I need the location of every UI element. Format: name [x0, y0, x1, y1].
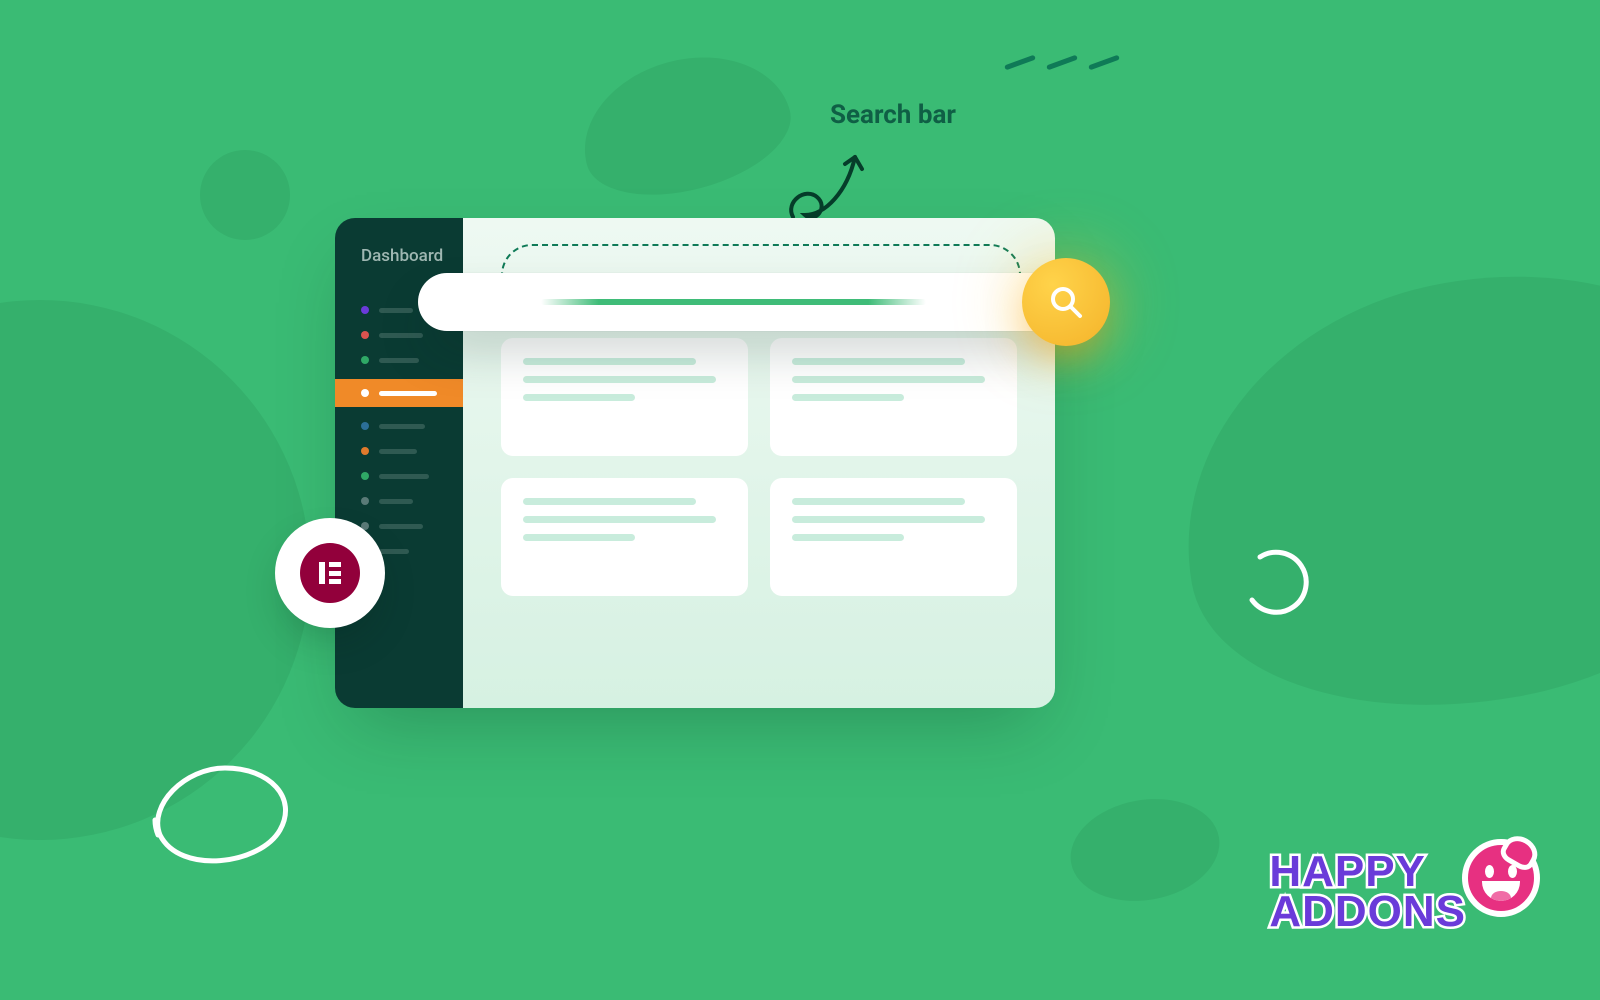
sidebar-title: Dashboard	[335, 246, 463, 266]
card-text-line	[792, 534, 904, 541]
sidebar-item-5[interactable]	[361, 445, 463, 457]
sidebar-item-3[interactable]	[335, 379, 463, 407]
cards-grid	[501, 338, 1017, 596]
card-text-line	[523, 516, 716, 523]
nav-dot-icon	[361, 422, 369, 430]
card-text-line	[523, 534, 635, 541]
brand-text-line2: ADDONS	[1269, 892, 1466, 932]
nav-bar-line	[379, 549, 409, 554]
elementor-badge	[275, 518, 385, 628]
card-text-line	[792, 498, 965, 505]
bg-blob	[200, 150, 290, 240]
search-placeholder-line	[541, 299, 926, 305]
content-card-0[interactable]	[501, 338, 748, 456]
bg-blob	[567, 35, 803, 215]
sidebar-item-2[interactable]	[361, 354, 463, 366]
nav-dot-icon	[361, 306, 369, 314]
content-card-2[interactable]	[501, 478, 748, 596]
nav-bar-line	[379, 449, 417, 454]
card-text-line	[523, 358, 696, 365]
card-text-line	[523, 376, 716, 383]
content-card-3[interactable]	[770, 478, 1017, 596]
search-input[interactable]	[418, 273, 1078, 331]
nav-bar-line	[379, 333, 423, 338]
nav-bar-line	[379, 308, 413, 313]
nav-bar-line	[379, 474, 429, 479]
annotation-label: Search bar	[830, 100, 956, 130]
search-icon	[1048, 284, 1084, 320]
nav-dot-icon	[361, 389, 369, 397]
nav-bar-line	[379, 391, 437, 396]
nav-dot-icon	[361, 472, 369, 480]
card-text-line	[792, 358, 965, 365]
decor-oval-stroke	[140, 750, 300, 870]
sidebar-item-8[interactable]	[361, 520, 463, 532]
brand-text-line1: HAPPY	[1269, 852, 1466, 892]
nav-bar-line	[379, 499, 413, 504]
card-text-line	[792, 376, 985, 383]
decor-ticks	[1004, 60, 1120, 65]
nav-dot-icon	[361, 447, 369, 455]
decor-arc-stroke	[1240, 545, 1320, 625]
bg-blob	[1148, 231, 1600, 749]
nav-dot-icon	[361, 331, 369, 339]
happyaddons-face-icon	[1462, 839, 1540, 917]
sidebar-item-7[interactable]	[361, 495, 463, 507]
search-button[interactable]	[1022, 258, 1110, 346]
nav-dot-icon	[361, 497, 369, 505]
sidebar-item-6[interactable]	[361, 470, 463, 482]
nav-dot-icon	[361, 356, 369, 364]
nav-bar-line	[379, 524, 423, 529]
annotation-arrow-icon	[775, 122, 885, 232]
search-bar	[418, 267, 1110, 337]
card-text-line	[792, 394, 904, 401]
happyaddons-logo: HAPPY ADDONS	[1269, 839, 1540, 945]
card-text-line	[523, 394, 635, 401]
card-text-line	[523, 498, 696, 505]
nav-bar-line	[379, 358, 419, 363]
sidebar-item-4[interactable]	[361, 420, 463, 432]
card-text-line	[792, 516, 985, 523]
nav-bar-line	[379, 424, 425, 429]
content-card-1[interactable]	[770, 338, 1017, 456]
annotation-search-bar: Search bar	[830, 100, 956, 130]
sidebar-nav	[335, 304, 463, 557]
elementor-icon	[300, 543, 360, 603]
bg-blob	[1062, 788, 1227, 913]
